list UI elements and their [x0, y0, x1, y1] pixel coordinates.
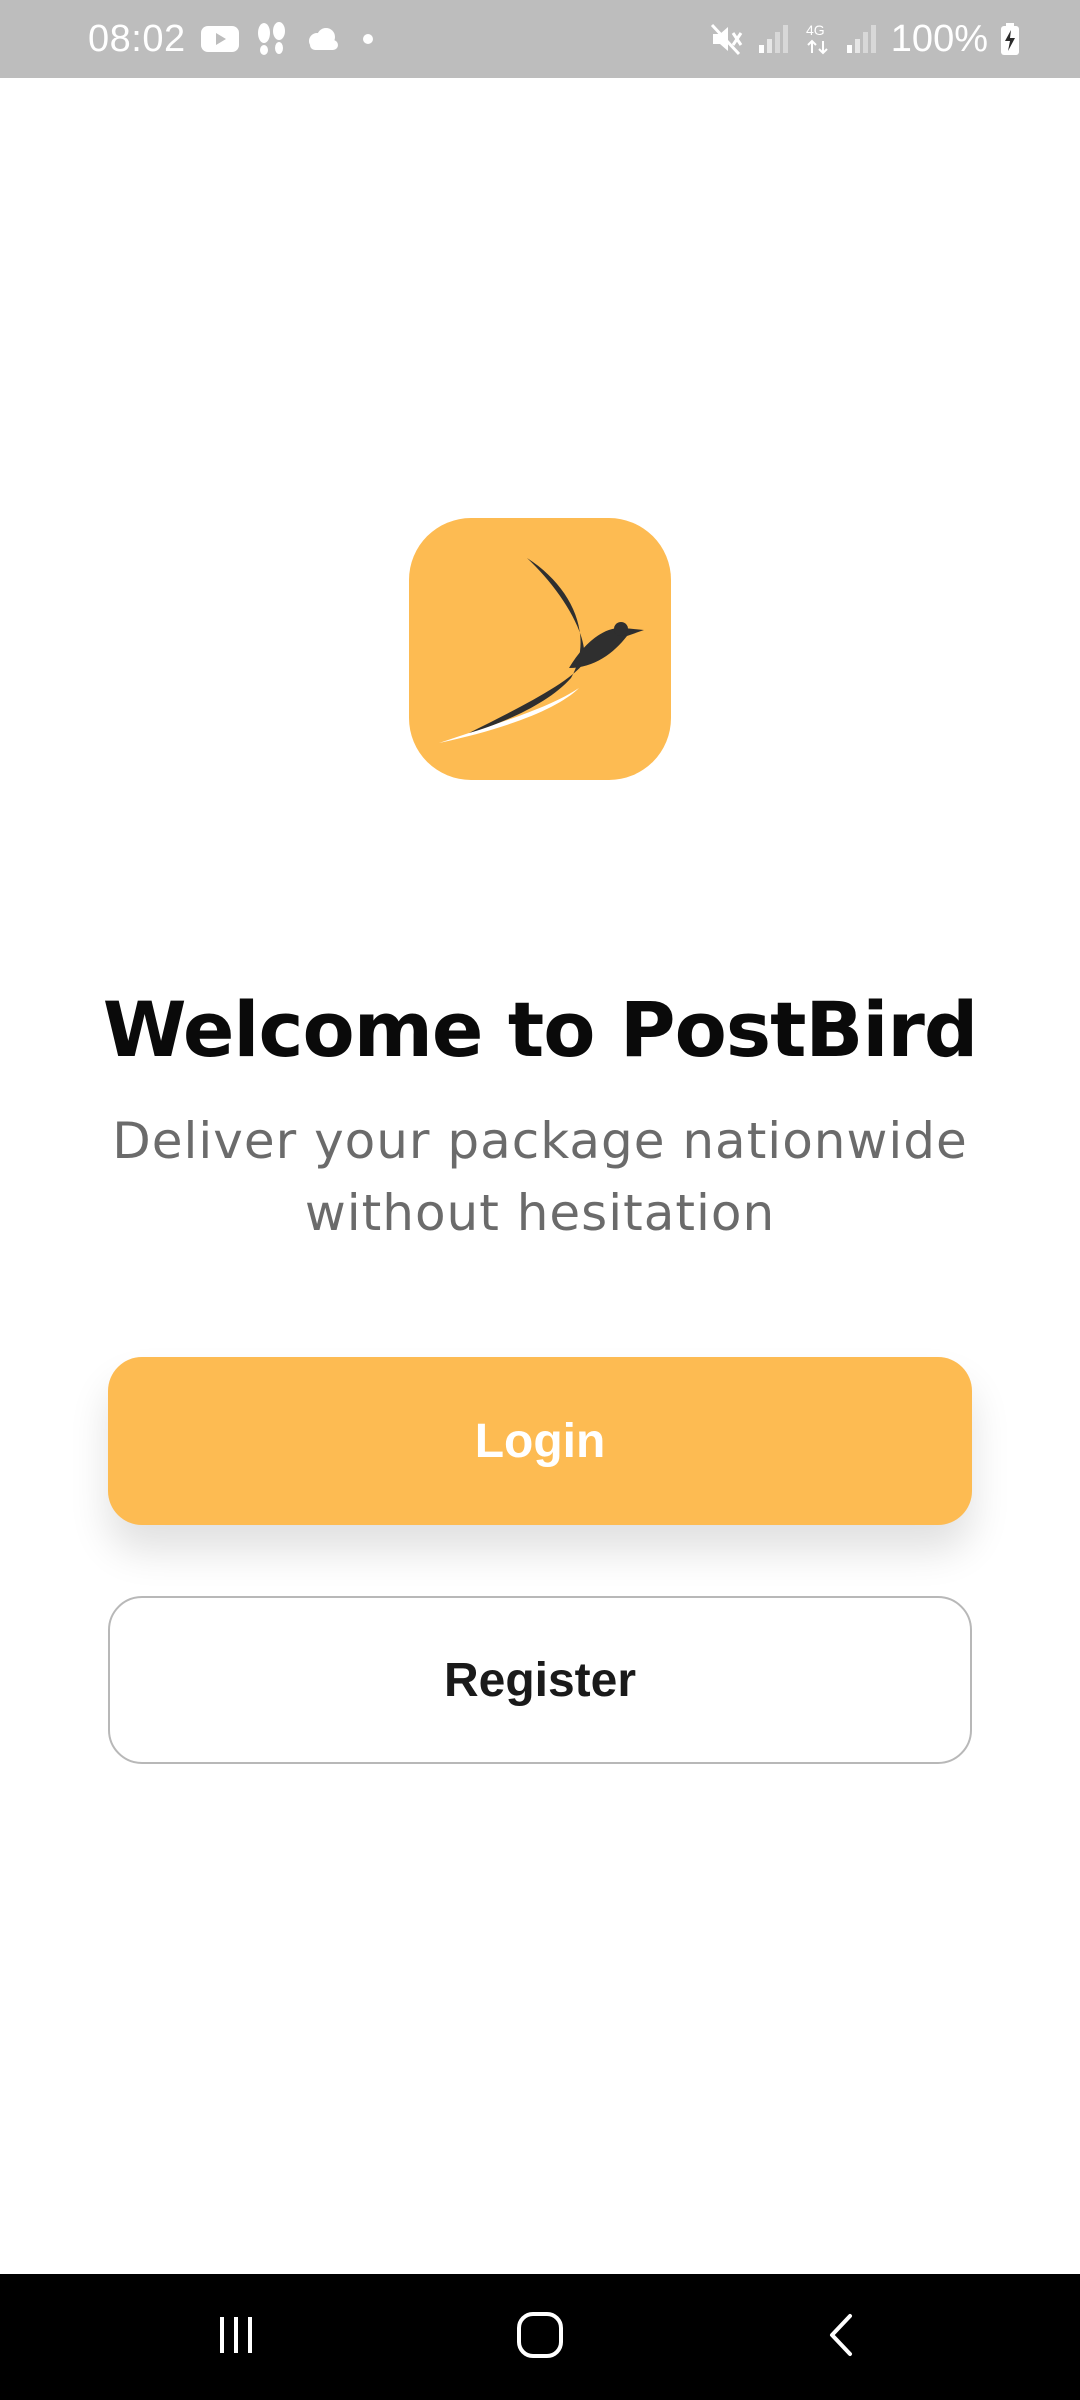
cloud-icon: [304, 26, 342, 52]
welcome-subtitle-line-1: Deliver your package nationwide: [112, 1112, 968, 1170]
network-type-label: 4G: [806, 22, 825, 38]
home-icon: [515, 2310, 565, 2365]
back-icon: [820, 2310, 864, 2365]
home-button[interactable]: [450, 2274, 630, 2400]
battery-charging-icon: [1000, 22, 1020, 56]
login-button[interactable]: Login: [108, 1357, 972, 1525]
recent-apps-icon: [212, 2311, 260, 2364]
dot-icon: [356, 27, 380, 51]
status-time: 08:02: [88, 17, 186, 60]
postbird-logo-icon: [409, 518, 671, 780]
login-button-label: Login: [474, 1414, 606, 1468]
navigation-bar: [0, 2274, 1080, 2400]
status-right: 4G 100%: [709, 18, 1020, 61]
battery-percent: 100%: [890, 17, 988, 60]
register-button[interactable]: Register: [108, 1596, 972, 1764]
back-button[interactable]: [752, 2274, 932, 2400]
footprints-icon: [254, 21, 290, 57]
welcome-subtitle: Deliver your package nationwide without …: [90, 1105, 990, 1249]
register-button-label: Register: [443, 1653, 637, 1707]
mute-icon: [709, 21, 745, 57]
youtube-icon: [200, 24, 240, 54]
status-bar: 08:02 4G 100%: [0, 0, 1080, 78]
4g-data-icon: 4G: [803, 21, 833, 57]
signal-icon: [757, 23, 791, 55]
welcome-subtitle-line-2: without hesitation: [304, 1184, 776, 1242]
recent-apps-button[interactable]: [146, 2274, 326, 2400]
signal-icon: [845, 23, 879, 55]
welcome-title: Welcome to PostBird: [102, 985, 979, 1074]
status-left: 08:02: [88, 18, 380, 61]
